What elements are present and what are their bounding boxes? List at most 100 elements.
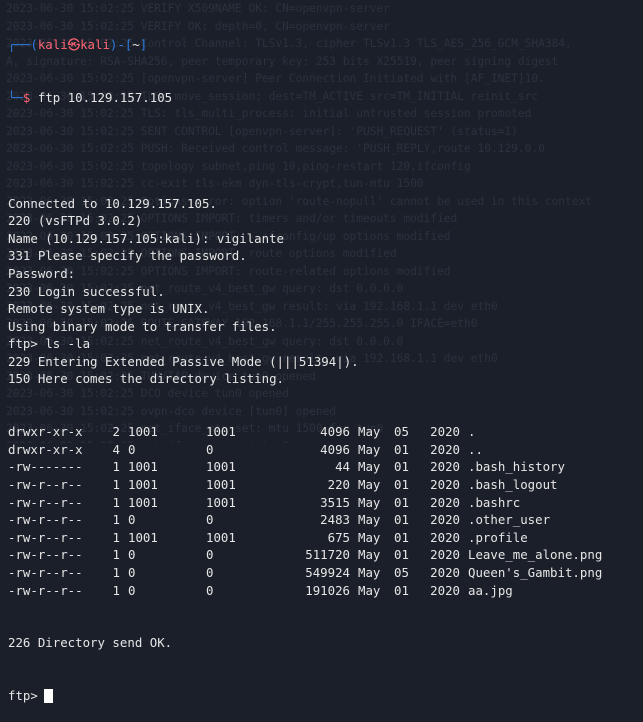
listing-links: 1	[112, 477, 120, 493]
output-line: 230 Login successful.	[8, 283, 165, 299]
listing-gid: 0	[206, 441, 214, 457]
output-line: 229 Entering Extended Passive Mode (|||5…	[8, 353, 359, 369]
listing-row: -rw-r--r-- 1 0 0 191026 May 01 2020 aa.jpg	[8, 582, 643, 600]
prompt-end: ]	[139, 37, 148, 53]
listing-month: May	[358, 494, 381, 510]
text-cursor	[43, 688, 53, 703]
listing-links: 1	[112, 547, 120, 563]
ftp-prompt: ftp>	[8, 688, 38, 704]
listing-year: 2020	[430, 494, 460, 510]
listing-size: 511720	[305, 547, 350, 563]
listing-day: 01	[394, 512, 409, 528]
listing-day: 01	[394, 529, 409, 545]
output-line: ftp> ls -la	[8, 336, 91, 352]
listing-row: -rw------- 1 1001 1001 44 May 01 2020 .bash_hist…	[8, 458, 643, 476]
listing-month: May	[358, 529, 381, 545]
output-line: 226 Directory send OK.	[8, 635, 173, 651]
prompt-corner-bottom: └─	[8, 89, 23, 105]
listing-gid: 0	[206, 565, 214, 580]
listing-perm: -rw-r--r--	[8, 477, 83, 493]
listing-links: 1	[112, 512, 120, 528]
listing-month: May	[358, 477, 381, 493]
listing-size: 191026	[305, 582, 350, 598]
listing-uid: 1001	[128, 494, 158, 510]
listing-perm: drwxr-xr-x	[8, 441, 83, 457]
listing-links: 1	[112, 529, 120, 545]
listing-perm: drwxr-xr-x	[8, 424, 83, 440]
listing-links: 4	[112, 441, 120, 457]
listing-name: .profile	[468, 529, 528, 545]
listing-gid: 1001	[206, 494, 236, 510]
listing-size: 220	[327, 477, 350, 493]
listing-perm: -rw-r--r--	[8, 582, 83, 598]
listing-uid: 1001	[128, 424, 158, 440]
listing-day: 01	[394, 477, 409, 493]
listing-day: 05	[394, 565, 409, 580]
listing-year: 2020	[430, 547, 460, 563]
listing-uid: 0	[128, 512, 136, 528]
listing-perm: -rw-r--r--	[8, 512, 83, 528]
prompt-line-bottom: └─ $ ftp 10.129.157.105	[8, 89, 643, 107]
output-line: Connected to 10.129.157.105.	[8, 195, 217, 211]
command-output: Connected to 10.129.157.105. 220 (vsFTPd …	[8, 195, 643, 389]
final-output: 226 Directory send OK.	[8, 634, 643, 652]
listing-links: 2	[112, 424, 120, 440]
listing-links: 1	[112, 459, 120, 475]
output-line: 220 (vsFTPd 3.0.2)	[8, 213, 143, 229]
listing-month: May	[358, 565, 381, 580]
listing-month: May	[358, 547, 381, 563]
typed-command: ftp 10.129.157.105	[37, 89, 173, 105]
terminal[interactable]: ┌──(kali ㉿ kali)-[~] └─ $ ftp 10.129.157.10…	[8, 1, 643, 722]
listing-year: 2020	[430, 459, 460, 475]
ftp-prompt-line[interactable]: ftp>	[8, 687, 643, 705]
listing-perm: -rw-r--r--	[8, 529, 83, 545]
prompt-separator: )-[	[109, 37, 133, 53]
listing-uid: 1001	[128, 477, 158, 493]
output-line: 331 Please specify the password.	[8, 248, 247, 264]
listing-size: 2483	[320, 512, 350, 528]
directory-listing: drwxr-xr-x 2 1001 1001 4096 May 05 2020. drwxr-x…	[8, 423, 643, 599]
listing-uid: 0	[128, 547, 136, 563]
listing-size: 44	[335, 459, 350, 475]
output-line: 150 Here comes the directory listing.	[8, 371, 285, 387]
listing-year: 2020	[430, 477, 460, 493]
output-line: Name (10.129.157.105:kali): vigilante	[8, 230, 285, 246]
prompt-path: ~	[132, 37, 140, 53]
listing-row: -rw-r--r-- 1 1001 1001 675 May 01 2020 .profile	[8, 529, 643, 547]
listing-year: 2020	[430, 529, 460, 545]
listing-name: Leave_me_alone.png	[468, 547, 603, 563]
listing-row: -rw-r--r-- 1 0 0 549924 May 05 2020 Queen's_Gamb…	[8, 564, 643, 582]
listing-uid: 0	[128, 441, 136, 457]
listing-day: 01	[394, 459, 409, 475]
listing-name: .bash_history	[468, 459, 565, 475]
listing-gid: 1001	[206, 529, 236, 545]
listing-gid: 1001	[206, 459, 236, 475]
listing-month: May	[358, 582, 381, 598]
listing-day: 01	[394, 441, 409, 457]
listing-uid: 0	[128, 565, 136, 580]
prompt-at-symbol: ㉿	[67, 37, 81, 53]
listing-gid: 0	[206, 512, 214, 528]
listing-month: May	[358, 459, 381, 475]
listing-row: -rw-r--r-- 1 0 0 511720 May 01 2020 Leave_me_alo…	[8, 546, 643, 564]
listing-perm: -rw-r--r--	[8, 547, 83, 563]
listing-row: -rw-r--r-- 1 0 0 2483 May 01 2020 .other_user	[8, 511, 643, 529]
output-line: Password:	[8, 265, 76, 281]
listing-year: 2020	[430, 424, 460, 440]
listing-name: .bash_logout	[468, 477, 558, 493]
listing-year: 2020	[430, 582, 460, 598]
listing-gid: 1001	[206, 424, 236, 440]
listing-month: May	[358, 441, 381, 457]
listing-size: 4096	[320, 441, 350, 457]
listing-perm: -rw-------	[8, 459, 83, 475]
output-line: Remote system type is UNIX.	[8, 301, 210, 317]
listing-size: 4096	[320, 424, 350, 440]
listing-perm: -rw-r--r--	[8, 565, 83, 580]
prompt-user: kali	[37, 37, 68, 53]
listing-row: -rw-r--r-- 1 1001 1001 220 May 01 2020 .bash_log…	[8, 476, 643, 494]
listing-year: 2020	[430, 565, 460, 580]
listing-links: 1	[112, 582, 120, 598]
output-line: Using binary mode to transfer files.	[8, 318, 277, 334]
listing-links: 1	[112, 494, 120, 510]
listing-uid: 1001	[128, 459, 158, 475]
